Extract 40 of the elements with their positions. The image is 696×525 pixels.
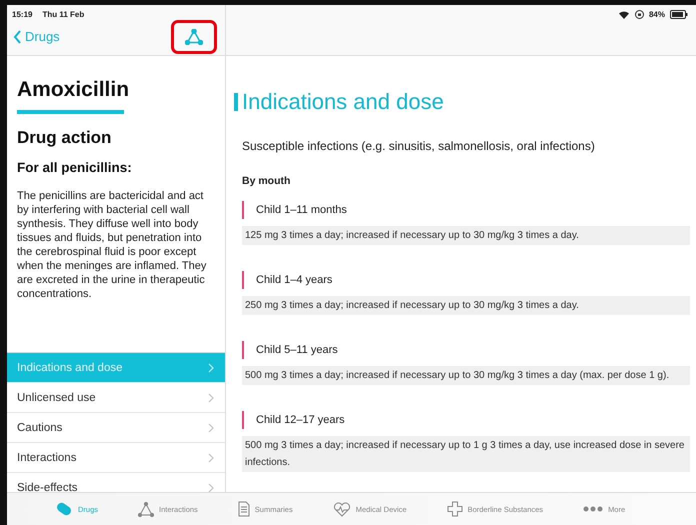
network-icon [138, 502, 154, 516]
cross-icon [446, 501, 463, 517]
section-heading: Drug action [17, 128, 112, 148]
section-menu-item[interactable]: Indications and dose [7, 353, 225, 383]
title-accent-bar [234, 93, 238, 111]
indication-text: Susceptible infections (e.g. sinusitis, salmonellosis, oral infections) [242, 139, 596, 153]
status-date: Thu 11 Feb [42, 10, 84, 18]
dose-text: 250 mg 3 times a day; increased if necessary up to 30 mg/kg 3 times a day. [242, 296, 690, 315]
dose-text: 125 mg 3 times a day; increased if necessary up to 30 mg/kg 3 times a day. [242, 226, 690, 245]
interactions-button[interactable] [171, 20, 217, 54]
content-title: Indications and dose [242, 89, 444, 115]
dose-text: 500 mg 3 times a day; increased if necessary up to 30 mg/kg 3 times a day (max. per dose 1 g). [242, 366, 690, 385]
battery-percentage: 84% [648, 10, 665, 18]
section-menu-item[interactable]: Cautions [7, 413, 225, 443]
chevron-right-icon [208, 422, 214, 432]
drug-name: Amoxicillin [17, 78, 130, 102]
more-dots-icon [583, 506, 604, 512]
network-icon [185, 28, 203, 44]
route-label: By mouth [242, 175, 292, 187]
heart-pulse-icon [332, 502, 351, 516]
patient-group: Child 1–4 years [242, 271, 690, 289]
patient-group: Child 12–17 years [242, 411, 690, 429]
lock-rotation-icon [634, 10, 644, 18]
patient-group: Child 1–11 months [242, 201, 690, 219]
status-time: 15:19 [12, 10, 32, 18]
chevron-right-icon [208, 482, 214, 492]
section-menu-item[interactable]: Unlicensed use [7, 383, 225, 413]
back-link[interactable]: Drugs [13, 29, 60, 44]
chevron-right-icon [208, 392, 214, 402]
battery-icon [670, 10, 688, 18]
wifi-icon [618, 10, 630, 18]
dose-text: 500 mg 3 times a day; increased if necessary up to 1 g 3 times a day, use increased dose in severe infections. [242, 436, 690, 472]
chevron-right-icon [208, 452, 214, 462]
chevron-right-icon [208, 362, 214, 372]
section-menu-item[interactable]: Interactions [7, 443, 225, 473]
patient-group: Child 5–11 years [242, 341, 690, 359]
drug-description: The penicillins are bactericidal and act by interfering with bacterial cell wall synthesis. They diffuse well into body tissues and fluids, but penetration into the cerebrospinal fluid is poor except when the meninges are inflamed. They are excreted in the urine in therapeutic concentrations. [17, 189, 208, 301]
document-icon [238, 501, 250, 517]
chevron-left-icon [13, 30, 22, 44]
subheading: For all penicillins: [17, 160, 133, 175]
